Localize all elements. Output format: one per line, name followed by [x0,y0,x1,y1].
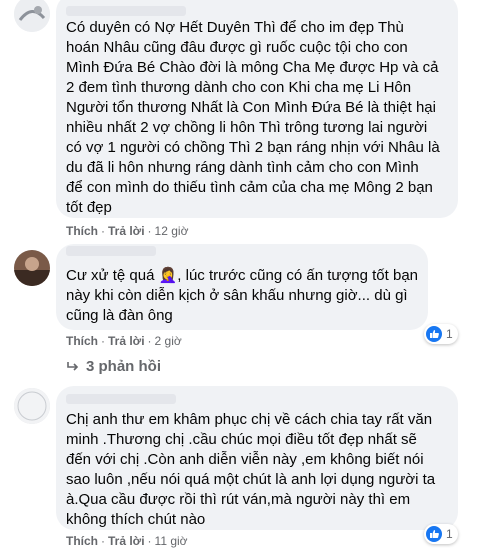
avatar[interactable] [14,250,50,286]
like-icon [426,326,442,342]
timestamp[interactable]: 11 giờ [155,534,188,548]
reply-link[interactable]: Trả lời [108,224,145,238]
comment-text: Chị anh thư em khâm phục chị về cách chi… [66,411,436,528]
timestamp[interactable]: 12 giờ [155,224,189,238]
like-link[interactable]: Thích [66,224,98,238]
comment-bubble: Chị anh thư em khâm phục chị về cách chi… [56,386,458,530]
commenter-name[interactable] [66,394,176,404]
comment-text: Có duyên có Nợ Hết Duyên Thì để cho im đ… [66,19,440,216]
commenter-name[interactable] [66,246,156,256]
avatar-image [14,250,50,286]
avatar[interactable] [14,0,50,32]
like-link[interactable]: Thích [66,534,98,548]
comment-bubble: Có duyên có Nợ Hết Duyên Thì để cho im đ… [56,0,458,218]
comment-actions: Thích · Trả lời · 12 giờ [66,224,189,238]
commenter-name[interactable] [66,6,186,16]
reaction-count[interactable]: 1 [424,524,458,544]
reply-link[interactable]: Trả lời [108,334,145,348]
view-replies-link[interactable]: 3 phản hồi [66,358,161,375]
avatar-image [14,0,50,32]
timestamp[interactable]: 2 giờ [155,334,182,348]
comment-actions: Thích · Trả lời · 2 giờ [66,334,182,348]
like-icon [426,526,442,542]
reply-link[interactable]: Trả lời [108,534,145,548]
comment-text: Cư xử tệ quá 🤦‍♀️, lúc trước cũng có ấn … [66,267,419,324]
avatar-image [14,388,50,424]
reply-arrow-icon [66,361,80,373]
like-link[interactable]: Thích [66,334,98,348]
comment-bubble: Cư xử tệ quá 🤦‍♀️, lúc trước cũng có ấn … [56,244,428,330]
reaction-count[interactable]: 1 [424,324,458,344]
comment-actions: Thích · Trả lời · 11 giờ [66,534,188,548]
avatar[interactable] [14,388,50,424]
